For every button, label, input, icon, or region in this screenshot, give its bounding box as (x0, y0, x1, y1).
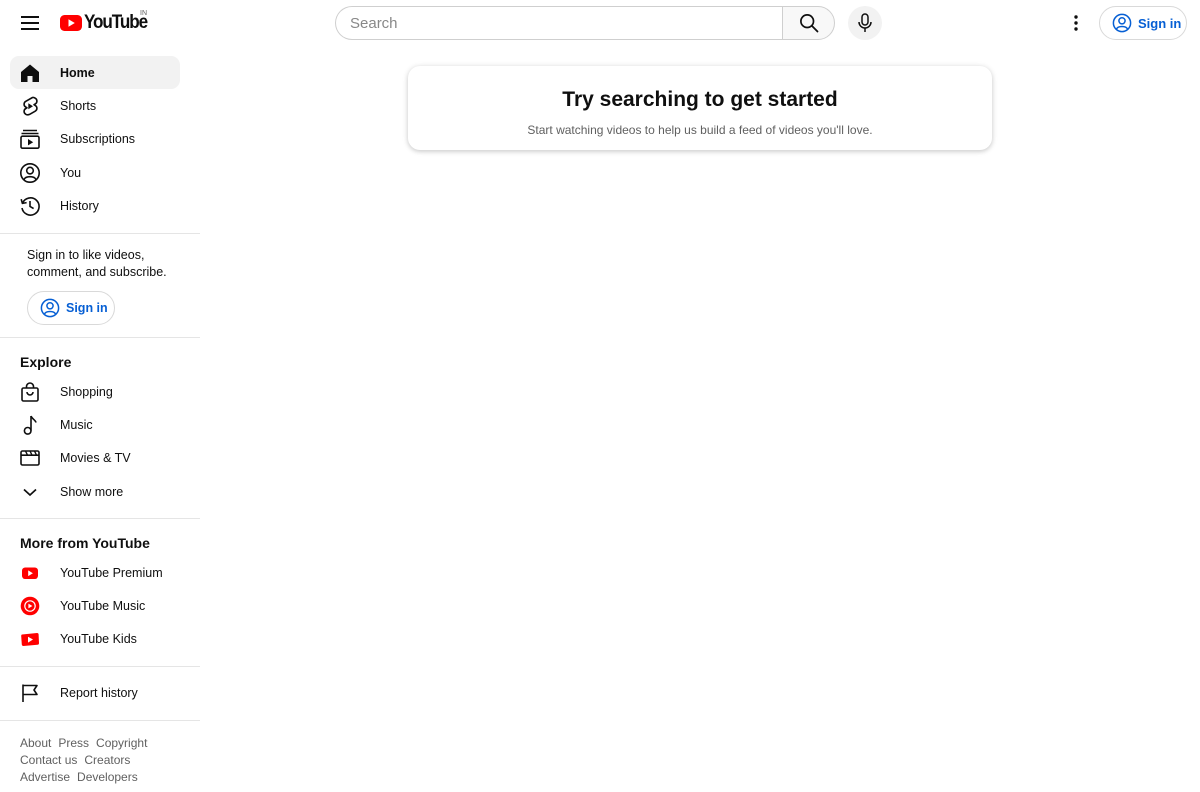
account-circle-icon (40, 298, 60, 318)
sidebar-item-youtube-music[interactable]: YouTube Music (10, 589, 180, 622)
youtube-kids-icon (19, 628, 41, 650)
sidebar-divider (0, 720, 200, 721)
footer-link-about[interactable]: About (20, 735, 51, 752)
sidebar-item-label: Music (60, 417, 93, 432)
sidebar-item-history[interactable]: History (10, 189, 180, 222)
sidebar-divider (0, 337, 200, 338)
flag-icon (19, 682, 41, 704)
sidebar-item-you[interactable]: You (10, 156, 180, 189)
empty-feed-subtitle: Start watching videos to help us build a… (527, 123, 873, 137)
shorts-icon (19, 95, 41, 117)
sign-in-label: Sign in (66, 301, 108, 315)
sidebar-item-label: Home (60, 65, 95, 80)
footer-row: About Press Copyright (20, 735, 190, 752)
sidebar-item-shopping[interactable]: Shopping (10, 375, 180, 408)
sidebar-item-report-history[interactable]: Report history (10, 676, 180, 709)
sidebar-item-label: History (60, 198, 99, 213)
footer-link-press[interactable]: Press (58, 735, 89, 752)
sidebar-item-label: Shorts (60, 98, 97, 113)
footer-row: Advertise Developers (20, 769, 190, 786)
search-button[interactable] (782, 6, 835, 40)
footer-link-creators[interactable]: Creators (84, 752, 130, 769)
sidebar-item-label: Show more (60, 484, 124, 499)
sidebar-sign-in-button[interactable]: Sign in (27, 291, 115, 325)
settings-menu-button[interactable] (1062, 7, 1090, 39)
sidebar-divider (0, 518, 200, 519)
sign-in-button[interactable]: Sign in (1099, 6, 1187, 40)
more-from-youtube-title: More from YouTube (20, 535, 150, 551)
sidebar-item-home[interactable]: Home (10, 56, 180, 89)
footer-row: Contact us Creators (20, 752, 190, 769)
footer-link-developers[interactable]: Developers (77, 769, 138, 786)
sidebar-item-label: YouTube Kids (60, 631, 137, 646)
sidebar-divider (0, 233, 200, 234)
youtube-play-logo-icon (60, 15, 82, 31)
sidebar-item-label: YouTube Premium (60, 565, 163, 580)
chevron-down-icon (19, 481, 41, 503)
sidebar-item-youtube-kids[interactable]: YouTube Kids (10, 622, 180, 655)
youtube-premium-icon (19, 562, 41, 584)
more-vert-icon (1074, 15, 1078, 31)
voice-search-button[interactable] (848, 6, 882, 40)
hamburger-menu-icon (21, 16, 39, 30)
logo-wordmark: YouTube (84, 12, 148, 33)
sidebar-item-label: Subscriptions (60, 131, 136, 146)
movies-icon (19, 447, 41, 469)
sidebar-item-movies-tv[interactable]: Movies & TV (10, 441, 180, 474)
youtube-music-icon (19, 595, 41, 617)
empty-feed-title: Try searching to get started (562, 88, 838, 111)
footer-link-advertise[interactable]: Advertise (20, 769, 70, 786)
empty-feed-prompt-card: Try searching to get started Start watch… (408, 66, 992, 150)
account-circle-icon (1112, 13, 1132, 33)
sidebar-item-youtube-premium[interactable]: YouTube Premium (10, 556, 180, 589)
sidebar-item-label: Movies & TV (60, 450, 131, 465)
you-icon (19, 162, 41, 184)
footer-link-contact-us[interactable]: Contact us (20, 752, 77, 769)
microphone-icon (858, 13, 872, 32)
guide-menu-button[interactable] (14, 7, 46, 39)
sidebar-item-subscriptions[interactable]: Subscriptions (10, 122, 180, 155)
sidebar-item-label: Report history (60, 685, 138, 700)
footer-link-copyright[interactable]: Copyright (96, 735, 147, 752)
shopping-bag-icon (19, 381, 41, 403)
sidebar-divider (0, 666, 200, 667)
history-icon (19, 195, 41, 217)
sign-in-label: Sign in (1138, 15, 1182, 31)
search-box (335, 6, 835, 40)
sidebar-item-label: YouTube Music (60, 598, 146, 613)
sign-in-prompt: Sign in to like videos, comment, and sub… (27, 248, 167, 279)
sidebar-item-shorts[interactable]: Shorts (10, 89, 180, 122)
guide-footer-links: About Press Copyright Contact us Creator… (20, 735, 190, 785)
explore-section-title: Explore (20, 354, 72, 370)
home-icon (19, 62, 41, 84)
country-code: IN (140, 10, 147, 17)
masthead: YouTube IN Sign in (0, 0, 1200, 46)
guide-sidebar: Home Shorts Subscriptions You History Si… (0, 46, 200, 792)
youtube-logo[interactable]: YouTube IN (60, 10, 154, 34)
music-note-icon (19, 414, 41, 436)
search-input[interactable] (335, 6, 782, 40)
sidebar-item-label: Shopping (60, 384, 113, 399)
sidebar-item-show-more[interactable]: Show more (10, 475, 180, 508)
sidebar-item-music[interactable]: Music (10, 408, 180, 441)
search-icon (799, 14, 818, 33)
sidebar-item-label: You (60, 165, 82, 180)
subscriptions-icon (19, 128, 41, 150)
